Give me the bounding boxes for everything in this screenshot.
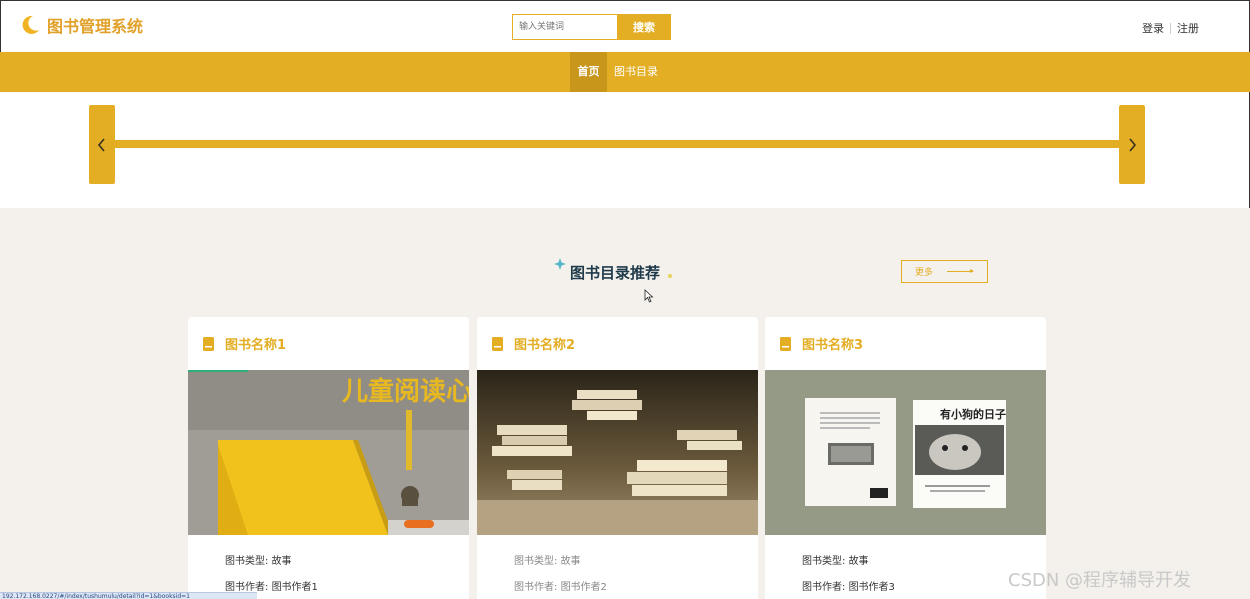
book-card[interactable]: 图书名称1 儿童阅读心理 图书类型: 故事 图书作者: 图书作者1 (188, 317, 469, 599)
chevron-right-icon (1129, 137, 1137, 152)
book-icon (492, 336, 503, 351)
cover-text: 儿童阅读心理 (342, 376, 469, 407)
carousel-prev-button[interactable] (89, 105, 115, 184)
book-type-row: 图书类型: 故事 (802, 556, 869, 567)
card-header: 图书名称2 (477, 317, 758, 370)
search-bar: 搜索 (512, 14, 671, 40)
moon-icon (22, 15, 39, 34)
main-nav: 首页 图书目录 (0, 52, 1250, 92)
book-icon (203, 336, 214, 351)
logo[interactable]: 图书管理系统 (19, 13, 143, 37)
card-header: 图书名称1 (188, 317, 469, 370)
decor-dot (668, 274, 672, 278)
book-cover-image: 有小狗的日子 (765, 370, 1046, 535)
more-label: 更多 (915, 268, 934, 278)
carousel-slide-placeholder (115, 140, 1120, 148)
site-title: 图书管理系统 (47, 17, 144, 36)
book-card[interactable]: 图书名称2 图书类型: 故事 图书作者: 图书作者2 (477, 317, 758, 599)
section-title: 图书目录推荐 (570, 264, 661, 282)
mouse-cursor-icon (644, 289, 654, 303)
banner-carousel (0, 92, 1250, 208)
auth-divider (1170, 22, 1171, 34)
more-button[interactable]: 更多 (901, 260, 988, 283)
book-icon (780, 336, 791, 351)
watermark: CSDN @程序辅导开发 (1008, 570, 1192, 591)
carousel-next-button[interactable] (1119, 105, 1145, 184)
book-info: 图书类型: 故事 图书作者: 图书作者2 (514, 549, 607, 599)
book-info: 图书类型: 故事 图书作者: 图书作者3 (802, 549, 895, 599)
book-title: 图书名称2 (514, 338, 576, 353)
book-cover-image (477, 370, 758, 535)
book-type-row: 图书类型: 故事 (514, 556, 581, 567)
book-type-row: 图书类型: 故事 (225, 556, 292, 567)
auth-links: 登录 注册 (1142, 20, 1199, 36)
top-header: 图书管理系统 搜索 登录 注册 (0, 0, 1250, 52)
nav-item-home[interactable]: 首页 (570, 52, 607, 92)
search-button[interactable]: 搜索 (617, 14, 671, 40)
arrow-right-icon (947, 269, 975, 273)
book-author-row: 图书作者: 图书作者2 (514, 582, 607, 593)
search-input[interactable] (512, 14, 617, 40)
section-heading: 图书目录推荐 (550, 256, 680, 286)
book-card[interactable]: 图书名称3 有小狗的日子 图书类型: 故事 图书作者: 图书作者3 (765, 317, 1046, 599)
register-link[interactable]: 注册 (1177, 20, 1199, 36)
book-author-row: 图书作者: 图书作者3 (802, 582, 895, 593)
sparkle-icon (554, 258, 566, 270)
book-cover-image: 儿童阅读心理 (188, 370, 469, 535)
cover-text: 有小狗的日子 (940, 407, 1006, 421)
book-title: 图书名称1 (225, 338, 287, 353)
book-title: 图书名称3 (802, 338, 864, 353)
chevron-left-icon (97, 137, 105, 152)
page: 图书管理系统 搜索 登录 注册 首页 图书目录 图书目录推荐 (0, 0, 1250, 599)
card-header: 图书名称3 (765, 317, 1046, 370)
browser-status-url: 192.172.168.0227/#/index/tushumulu/detai… (0, 592, 257, 599)
nav-item-book-catalog[interactable]: 图书目录 (609, 52, 663, 92)
login-link[interactable]: 登录 (1142, 20, 1164, 36)
